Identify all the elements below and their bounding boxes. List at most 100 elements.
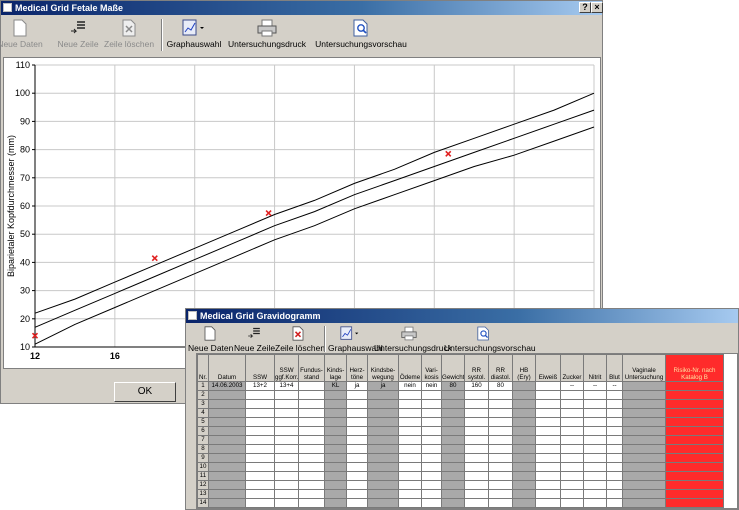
table-cell[interactable] <box>441 462 465 472</box>
table-cell[interactable] <box>245 390 275 400</box>
table-cell[interactable] <box>464 498 489 508</box>
table-cell[interactable] <box>488 417 513 427</box>
table-cell[interactable] <box>606 390 623 400</box>
table-cell[interactable] <box>512 435 536 445</box>
table-cell[interactable] <box>298 417 325 427</box>
table-cell[interactable] <box>441 408 465 418</box>
table-cell[interactable] <box>535 489 561 499</box>
table-cell[interactable] <box>245 480 275 490</box>
table-cell[interactable] <box>421 489 442 499</box>
delete-row-button[interactable]: Zeile löschen <box>104 19 154 49</box>
table-cell[interactable] <box>512 390 536 400</box>
ok-button[interactable]: OK <box>114 382 176 402</box>
table-cell[interactable] <box>665 408 724 418</box>
table-cell[interactable] <box>324 453 347 463</box>
table-cell[interactable] <box>512 498 536 508</box>
table-cell[interactable] <box>622 480 666 490</box>
table-cell[interactable] <box>560 444 584 454</box>
table-cell[interactable] <box>367 444 399 454</box>
table-cell[interactable] <box>665 489 724 499</box>
table-cell[interactable] <box>441 390 465 400</box>
table-cell[interactable] <box>421 444 442 454</box>
table-cell[interactable] <box>245 417 275 427</box>
table-cell[interactable] <box>488 489 513 499</box>
table-cell[interactable] <box>298 489 325 499</box>
table-cell[interactable] <box>622 462 666 472</box>
table-cell[interactable] <box>245 453 275 463</box>
table-cell[interactable] <box>665 435 724 445</box>
table-cell[interactable] <box>274 435 299 445</box>
table-cell[interactable] <box>583 444 607 454</box>
table-cell[interactable] <box>622 426 666 436</box>
table-cell[interactable] <box>512 489 536 499</box>
table-cell[interactable] <box>346 453 368 463</box>
table-cell[interactable] <box>346 435 368 445</box>
table-cell[interactable] <box>441 489 465 499</box>
table-cell[interactable] <box>560 435 584 445</box>
table-cell[interactable] <box>535 471 561 481</box>
print-button[interactable]: Untersuchungsdruck <box>227 19 307 49</box>
table-cell[interactable] <box>464 489 489 499</box>
table-cell[interactable] <box>367 426 399 436</box>
table-cell[interactable] <box>512 471 536 481</box>
table-cell[interactable] <box>622 453 666 463</box>
table-cell[interactable] <box>606 471 623 481</box>
table-cell[interactable] <box>421 426 442 436</box>
table-cell[interactable] <box>441 453 465 463</box>
table-cell[interactable] <box>535 426 561 436</box>
table-cell[interactable] <box>535 435 561 445</box>
table-cell[interactable] <box>421 408 442 418</box>
table-cell[interactable] <box>488 444 513 454</box>
table-cell[interactable] <box>367 462 399 472</box>
table-cell[interactable] <box>274 426 299 436</box>
table-cell[interactable] <box>274 480 299 490</box>
table-cell[interactable] <box>560 453 584 463</box>
table-cell[interactable] <box>298 480 325 490</box>
table-cell[interactable] <box>208 498 246 508</box>
table-cell[interactable] <box>665 399 724 409</box>
table-cell[interactable] <box>245 498 275 508</box>
table-cell[interactable] <box>208 417 246 427</box>
table-cell[interactable] <box>421 480 442 490</box>
table-cell[interactable] <box>208 435 246 445</box>
table-cell[interactable] <box>346 408 368 418</box>
table-cell[interactable] <box>583 471 607 481</box>
table-cell[interactable] <box>606 498 623 508</box>
table-cell[interactable] <box>665 444 724 454</box>
new-data-button[interactable]: Neue Daten <box>188 326 233 353</box>
table-cell[interactable] <box>298 453 325 463</box>
table-cell[interactable] <box>488 471 513 481</box>
graph-select-button[interactable]: Graphauswahl <box>165 19 223 49</box>
table-cell[interactable] <box>324 471 347 481</box>
table-cell[interactable] <box>274 399 299 409</box>
table-cell[interactable] <box>464 444 489 454</box>
table-cell[interactable] <box>535 480 561 490</box>
table-cell[interactable] <box>367 399 399 409</box>
table-cell[interactable] <box>245 435 275 445</box>
table-cell[interactable]: -- <box>583 381 607 391</box>
table-cell[interactable] <box>583 453 607 463</box>
help-button[interactable]: ? <box>579 2 591 13</box>
table-cell[interactable] <box>560 480 584 490</box>
table-cell[interactable] <box>583 489 607 499</box>
table-cell[interactable] <box>324 498 347 508</box>
table-cell[interactable] <box>464 426 489 436</box>
table-cell[interactable] <box>274 444 299 454</box>
table-cell[interactable] <box>665 480 724 490</box>
table-cell[interactable] <box>298 390 325 400</box>
table-cell[interactable] <box>208 489 246 499</box>
table-cell[interactable] <box>346 426 368 436</box>
table-cell[interactable] <box>245 471 275 481</box>
table-cell[interactable] <box>421 390 442 400</box>
table-cell[interactable] <box>274 453 299 463</box>
table-cell[interactable] <box>622 390 666 400</box>
table-cell[interactable] <box>665 462 724 472</box>
table-cell[interactable] <box>421 462 442 472</box>
table-cell[interactable] <box>488 462 513 472</box>
table-cell[interactable] <box>324 408 347 418</box>
table-cell[interactable] <box>398 444 422 454</box>
table-cell[interactable] <box>583 462 607 472</box>
table-cell[interactable] <box>421 498 442 508</box>
table-cell[interactable]: 14.06.2003 <box>208 381 246 391</box>
table-cell[interactable] <box>324 426 347 436</box>
